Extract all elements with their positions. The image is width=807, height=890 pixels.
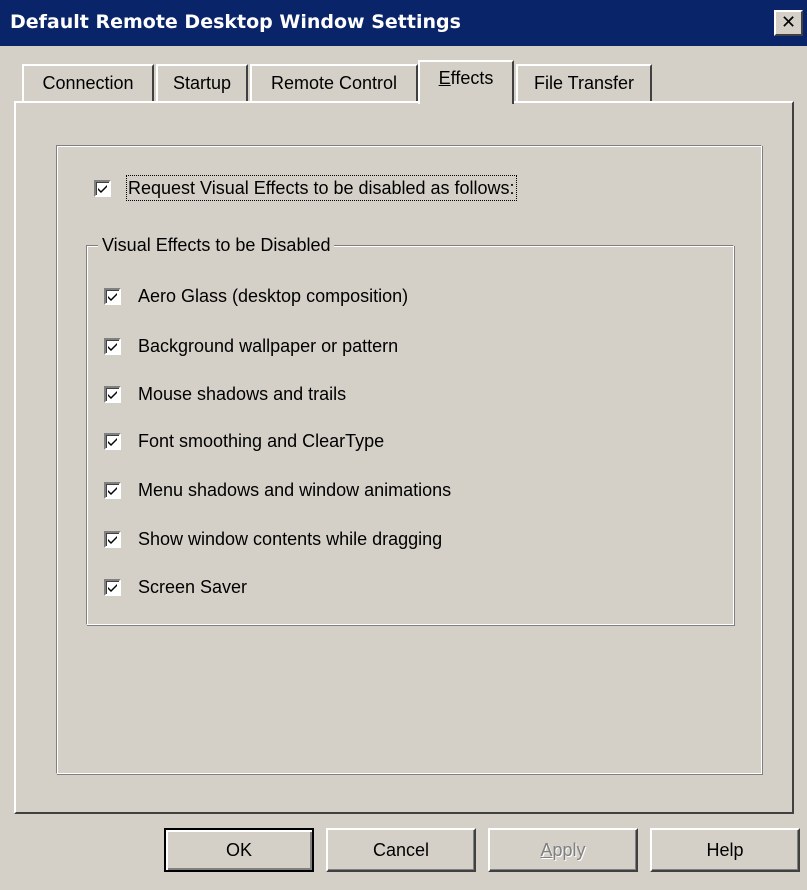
tab-connection[interactable]: Connection: [22, 64, 154, 102]
checkmark-icon: [98, 185, 107, 193]
menu-shadows-checkbox[interactable]: [104, 482, 121, 499]
settings-dialog: Default Remote Desktop Window Settings ✕…: [0, 0, 807, 890]
aero-glass-label[interactable]: Aero Glass (desktop composition): [138, 285, 408, 307]
tab-label-accelerator: E: [438, 68, 451, 88]
tab-effects[interactable]: Effects: [418, 60, 514, 104]
title-bar[interactable]: Default Remote Desktop Window Settings ✕: [0, 0, 807, 46]
aero-glass-checkbox[interactable]: [104, 288, 121, 305]
cancel-button[interactable]: Cancel: [326, 828, 476, 872]
tab-label: Remote Control: [270, 73, 398, 93]
tab-label: Startup: [172, 73, 232, 93]
tab-file-transfer[interactable]: File Transfer: [516, 64, 652, 102]
checkmark-icon: [108, 343, 117, 351]
effects-tab-panel: Request Visual Effects to be disabled as…: [14, 101, 794, 814]
mouse-shadows-checkbox[interactable]: [104, 386, 121, 403]
window-contents-dragging-checkbox[interactable]: [104, 531, 121, 548]
window-contents-dragging-label[interactable]: Show window contents while dragging: [138, 528, 442, 550]
mouse-shadows-label[interactable]: Mouse shadows and trails: [138, 383, 346, 405]
checkmark-icon: [108, 536, 117, 544]
close-icon: ✕: [780, 12, 797, 33]
background-wallpaper-checkbox[interactable]: [104, 338, 121, 355]
request-visual-effects-checkbox[interactable]: [94, 180, 111, 197]
tab-label: ffects: [450, 68, 494, 88]
window-title: Default Remote Desktop Window Settings: [10, 11, 461, 33]
checkmark-icon: [108, 487, 117, 495]
checkmark-icon: [108, 584, 117, 592]
close-button[interactable]: ✕: [774, 10, 803, 36]
apply-label: pply: [552, 840, 586, 860]
font-smoothing-checkbox[interactable]: [104, 433, 121, 450]
help-button[interactable]: Help: [650, 828, 800, 872]
checkmark-icon: [108, 438, 117, 446]
screen-saver-label[interactable]: Screen Saver: [138, 576, 247, 598]
tab-label: Connection: [42, 73, 134, 93]
checkmark-icon: [108, 391, 117, 399]
tab-remote-control[interactable]: Remote Control: [250, 64, 418, 102]
ok-button[interactable]: OK: [164, 828, 314, 872]
menu-shadows-label[interactable]: Menu shadows and window animations: [138, 479, 451, 501]
apply-button[interactable]: Apply: [488, 828, 638, 872]
background-wallpaper-label[interactable]: Background wallpaper or pattern: [138, 335, 398, 357]
tab-label: File Transfer: [533, 73, 635, 93]
screen-saver-checkbox[interactable]: [104, 579, 121, 596]
checkmark-icon: [108, 293, 117, 301]
apply-accelerator: A: [540, 840, 553, 860]
tab-startup[interactable]: Startup: [156, 64, 248, 102]
request-visual-effects-label[interactable]: Request Visual Effects to be disabled as…: [126, 175, 517, 201]
groupbox-title: Visual Effects to be Disabled: [98, 234, 335, 256]
font-smoothing-label[interactable]: Font smoothing and ClearType: [138, 430, 384, 452]
